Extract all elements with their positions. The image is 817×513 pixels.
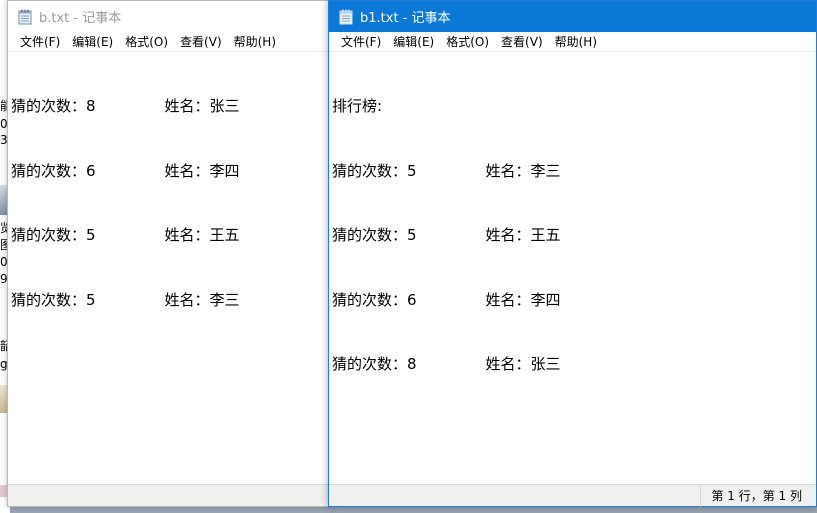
player-name: 姓名：张三 xyxy=(485,355,561,373)
guess-count: 猜的次数：6 xyxy=(332,290,417,309)
text-line: 猜的次数：6 姓名：李四 xyxy=(11,161,329,183)
menu-bar: 文件(F) 编辑(E) 格式(O) 查看(V) 帮助(H) xyxy=(8,32,332,52)
status-bar xyxy=(8,484,332,506)
player-name: 姓名：王五 xyxy=(164,226,240,244)
menu-view[interactable]: 查看(V) xyxy=(495,33,549,50)
text-line: 猜的次数：5 姓名：王五 xyxy=(11,225,329,247)
menu-help[interactable]: 帮助(H) xyxy=(549,33,603,50)
cursor-position: 第 1 行，第 1 列 xyxy=(711,489,802,503)
menu-file[interactable]: 文件(F) xyxy=(14,33,66,50)
menu-format[interactable]: 格式(O) xyxy=(119,33,174,50)
player-name: 姓名：李四 xyxy=(164,161,240,180)
menu-edit[interactable]: 编辑(E) xyxy=(66,33,119,50)
text-editor[interactable]: 排行榜: 猜的次数：5 姓名：李三 猜的次数：5 姓名：王五 猜的次数：6 姓名：李四… xyxy=(329,53,816,484)
text-line: 猜的次数：8 姓名：张三 xyxy=(11,96,329,118)
player-name: 姓名：李三 xyxy=(164,290,240,309)
text-line: 猜的次数：6 姓名：李四 xyxy=(332,290,813,312)
menu-edit[interactable]: 编辑(E) xyxy=(387,33,440,50)
notepad-window-b1[interactable]: b1.txt - 记事本 文件(F) 编辑(E) 格式(O) 查看(V) 帮助(… xyxy=(328,0,817,507)
guess-count: 猜的次数：8 xyxy=(11,97,96,115)
window-title: b1.txt - 记事本 xyxy=(360,11,451,26)
menu-file[interactable]: 文件(F) xyxy=(335,33,387,50)
player-name: 姓名：李三 xyxy=(485,161,561,180)
player-name: 姓名：张三 xyxy=(164,97,240,115)
text-line: 猜的次数：5 姓名：王五 xyxy=(332,225,813,247)
guess-count: 猜的次数：6 xyxy=(11,161,96,180)
status-bar: 第 1 行，第 1 列 xyxy=(329,484,816,507)
status-separator xyxy=(700,484,702,507)
menu-view[interactable]: 查看(V) xyxy=(174,33,228,50)
menu-format[interactable]: 格式(O) xyxy=(440,33,495,50)
text-line: 猜的次数：5 姓名：李三 xyxy=(11,290,329,312)
guess-count: 猜的次数：5 xyxy=(11,290,96,309)
notepad-window-b[interactable]: b.txt - 记事本 文件(F) 编辑(E) 格式(O) 查看(V) 帮助(H… xyxy=(7,0,333,507)
title-bar[interactable]: b.txt - 记事本 xyxy=(8,1,332,32)
menu-bar: 文件(F) 编辑(E) 格式(O) 查看(V) 帮助(H) xyxy=(329,32,816,52)
menu-help[interactable]: 帮助(H) xyxy=(228,33,282,50)
leaderboard-heading: 排行榜: xyxy=(332,97,383,115)
player-name: 姓名：李四 xyxy=(485,290,561,309)
text-editor[interactable]: 猜的次数：8 姓名：张三 猜的次数：6 姓名：李四 猜的次数：5 姓名：王五 猜的次数… xyxy=(8,53,332,484)
guess-count: 猜的次数：5 xyxy=(332,161,417,180)
guess-count: 猜的次数：5 xyxy=(11,226,96,244)
guess-count: 猜的次数：8 xyxy=(332,355,417,373)
text-line: 猜的次数：5 姓名：李三 xyxy=(332,161,813,183)
player-name: 姓名：王五 xyxy=(485,226,561,244)
title-bar[interactable]: b1.txt - 记事本 xyxy=(329,1,816,32)
notepad-icon xyxy=(339,9,353,24)
notepad-icon xyxy=(18,9,32,24)
text-line: 猜的次数：8 姓名：张三 xyxy=(332,354,813,376)
guess-count: 猜的次数：5 xyxy=(332,226,417,244)
window-title: b.txt - 记事本 xyxy=(39,11,122,26)
